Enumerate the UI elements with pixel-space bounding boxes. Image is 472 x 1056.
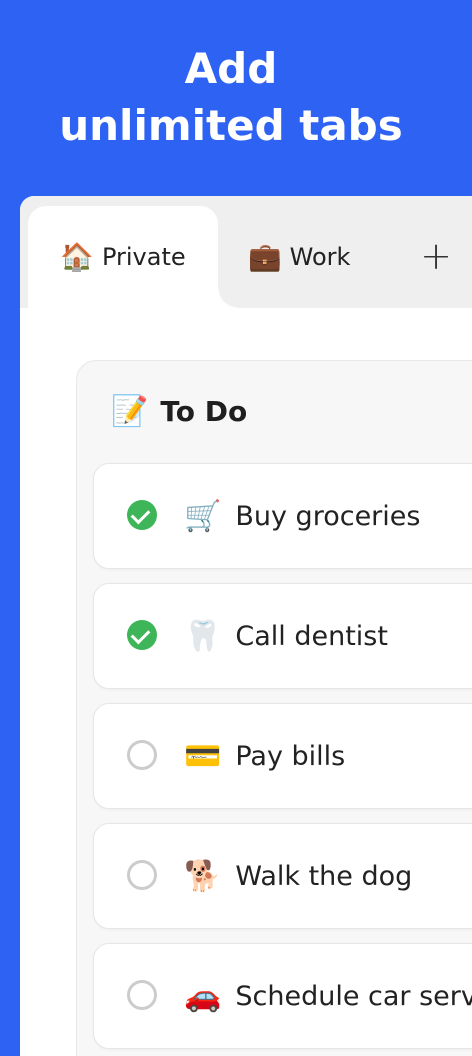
todo-list-card: 📝 To Do 🛒 Buy groceries 🦷 Call dentist 💳… — [76, 360, 472, 1056]
checkbox-checked-icon[interactable] — [127, 620, 157, 650]
list-item[interactable]: 🐕 Walk the dog — [93, 823, 472, 929]
briefcase-icon: 💼 — [248, 242, 282, 273]
memo-icon: 📝 — [111, 393, 149, 429]
list-item-label: 💳 Pay bills — [184, 734, 345, 778]
house-icon: 🏠 — [60, 242, 94, 273]
dog-icon: 🐕 — [184, 858, 222, 894]
list-item-text: Call dentist — [235, 620, 388, 652]
list-item-text: Buy groceries — [235, 500, 421, 532]
headline-line-2: unlimited tabs — [59, 101, 403, 150]
credit-card-icon: 💳 — [184, 738, 222, 774]
shopping-cart-icon: 🛒 — [184, 498, 222, 534]
checkbox-unchecked-icon[interactable] — [127, 860, 157, 890]
add-tab-button[interactable]: + — [410, 230, 462, 282]
list-item-label: 🛒 Buy groceries — [184, 494, 420, 538]
tab-work-label: Work — [289, 243, 351, 271]
list-item-text: Walk the dog — [235, 860, 413, 892]
list-item-label: 🚗 Schedule car serv — [184, 974, 472, 1018]
list-title: 📝 To Do — [111, 391, 247, 431]
tab-work[interactable]: 💼 Work — [248, 206, 368, 308]
checkbox-unchecked-icon[interactable] — [127, 740, 157, 770]
list-title-text: To Do — [160, 394, 248, 428]
checkbox-unchecked-icon[interactable] — [127, 980, 157, 1010]
app-screen: 🏠 Private 💼 Work + 📝 To Do 🛒 Buy groceri… — [20, 196, 472, 1056]
list-item[interactable]: 🚗 Schedule car serv — [93, 943, 472, 1049]
list-item-text: Schedule car serv — [235, 980, 472, 1012]
tab-private-label: Private — [101, 243, 186, 271]
headline-line-1: Add — [184, 44, 278, 93]
checkbox-checked-icon[interactable] — [127, 500, 157, 530]
list-item-text: Pay bills — [235, 740, 346, 772]
list-item[interactable]: 🛒 Buy groceries — [93, 463, 472, 569]
car-icon: 🚗 — [184, 978, 222, 1014]
headline: Add unlimited tabs — [0, 40, 462, 154]
tooth-icon: 🦷 — [184, 618, 222, 654]
list-item[interactable]: 💳 Pay bills — [93, 703, 472, 809]
list-item[interactable]: 🦷 Call dentist — [93, 583, 472, 689]
list-item-label: 🐕 Walk the dog — [184, 854, 412, 898]
tab-private[interactable]: 🏠 Private — [28, 206, 238, 308]
tab-bar: 🏠 Private 💼 Work + — [20, 196, 472, 308]
tab-content: 📝 To Do 🛒 Buy groceries 🦷 Call dentist 💳… — [20, 308, 472, 1056]
list-item-label: 🦷 Call dentist — [184, 614, 388, 658]
